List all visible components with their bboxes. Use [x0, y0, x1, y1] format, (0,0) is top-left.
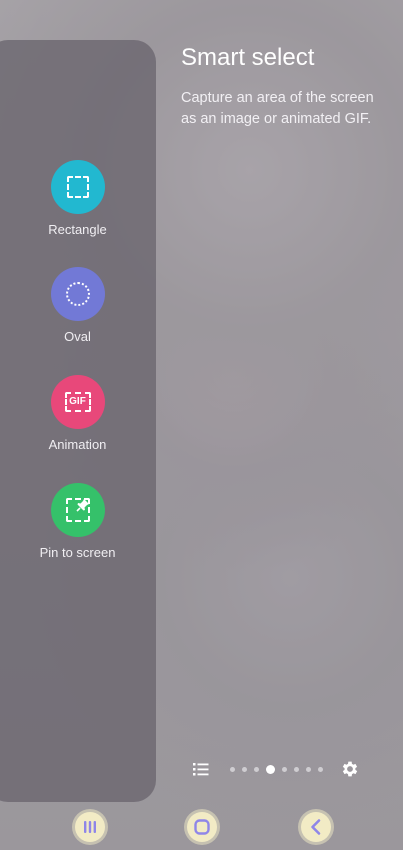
rectangle-select-icon — [66, 176, 89, 198]
page-dot[interactable] — [318, 766, 323, 772]
tool-label: Oval — [64, 329, 91, 344]
page-dot[interactable] — [254, 766, 259, 772]
list-icon[interactable] — [192, 761, 210, 777]
page-dot[interactable] — [242, 766, 247, 772]
gif-icon: GIF — [64, 392, 91, 412]
page-dot[interactable] — [282, 766, 287, 772]
panel-title: Smart select — [181, 44, 315, 71]
recents-icon — [84, 821, 96, 833]
page-dot-active[interactable] — [266, 764, 275, 774]
panel-footer — [0, 755, 403, 785]
rectangle-button[interactable] — [50, 160, 105, 214]
tool-label: Animation — [48, 437, 107, 452]
gear-icon[interactable] — [340, 759, 360, 779]
tool-rectangle[interactable]: Rectangle — [0, 160, 155, 237]
home-button[interactable] — [187, 812, 217, 842]
pin-to-screen-icon — [65, 498, 90, 522]
page-dot[interactable] — [230, 766, 235, 772]
back-button[interactable] — [301, 812, 331, 842]
back-icon — [311, 819, 321, 835]
tool-oval[interactable]: Oval — [0, 267, 155, 344]
home-icon — [194, 819, 210, 835]
page-dot[interactable] — [294, 766, 299, 772]
animation-button[interactable]: GIF — [50, 375, 105, 429]
oval-button[interactable] — [50, 267, 105, 321]
oval-select-icon — [65, 282, 90, 306]
tool-pin-to-screen[interactable]: Pin to screen — [0, 483, 155, 560]
pin-to-screen-button[interactable] — [50, 483, 105, 537]
tool-animation[interactable]: GIF Animation — [0, 375, 155, 452]
info-panel: Smart select Capture an area of the scre… — [181, 44, 381, 130]
page-indicator — [230, 763, 323, 775]
tool-label: Rectangle — [48, 222, 107, 237]
panel-description: Capture an area of the screen as an imag… — [181, 90, 374, 127]
recents-button[interactable] — [75, 812, 105, 842]
page-dot[interactable] — [306, 766, 311, 772]
navigation-bar — [0, 802, 403, 850]
tool-label: Pin to screen — [39, 545, 116, 560]
